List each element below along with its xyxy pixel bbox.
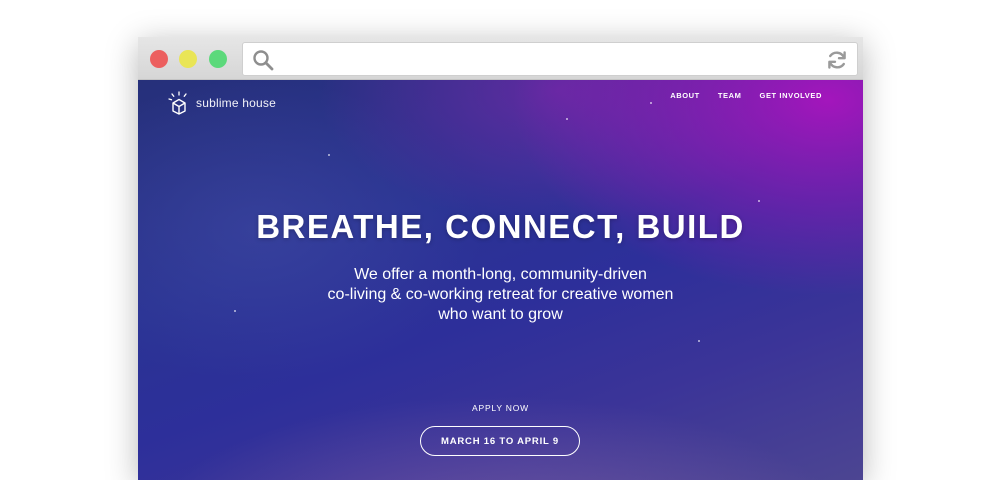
search-icon <box>253 50 274 71</box>
hero-subtitle-line: We offer a month-long, community-driven <box>354 266 647 283</box>
minimize-window-button[interactable] <box>179 50 197 68</box>
star <box>328 154 330 156</box>
hero-subtitle-line: co-living & co-working retreat for creat… <box>327 286 674 303</box>
address-bar[interactable] <box>242 42 858 76</box>
maximize-window-button[interactable] <box>209 50 227 68</box>
star <box>698 340 700 342</box>
hero-subtitle: We offer a month-long, community-driven … <box>138 265 863 325</box>
refresh-icon[interactable] <box>825 48 849 72</box>
apply-now-label: APPLY NOW <box>472 403 529 413</box>
browser-toolbar <box>138 37 863 80</box>
star <box>566 118 568 120</box>
nav-link-team[interactable]: TEAM <box>718 91 742 100</box>
nav-link-about[interactable]: ABOUT <box>670 91 700 100</box>
apply-dates-button[interactable]: MARCH 16 TO APRIL 9 <box>420 426 580 456</box>
house-icon <box>168 91 187 115</box>
site-logo[interactable]: sublime house <box>168 90 276 116</box>
brand-name: sublime house <box>196 96 276 110</box>
close-window-button[interactable] <box>150 50 168 68</box>
nav-link-get-involved[interactable]: GET INVOLVED <box>760 91 822 100</box>
star <box>758 200 760 202</box>
star <box>650 102 652 104</box>
hero-subtitle-line: who want to grow <box>438 306 563 323</box>
hero-title: BREATHE, CONNECT, BUILD <box>256 208 745 245</box>
page-viewport: sublime house ABOUT TEAM GET INVOLVED BR… <box>138 80 863 480</box>
main-nav: ABOUT TEAM GET INVOLVED <box>670 91 822 100</box>
browser-window: sublime house ABOUT TEAM GET INVOLVED BR… <box>138 37 863 480</box>
